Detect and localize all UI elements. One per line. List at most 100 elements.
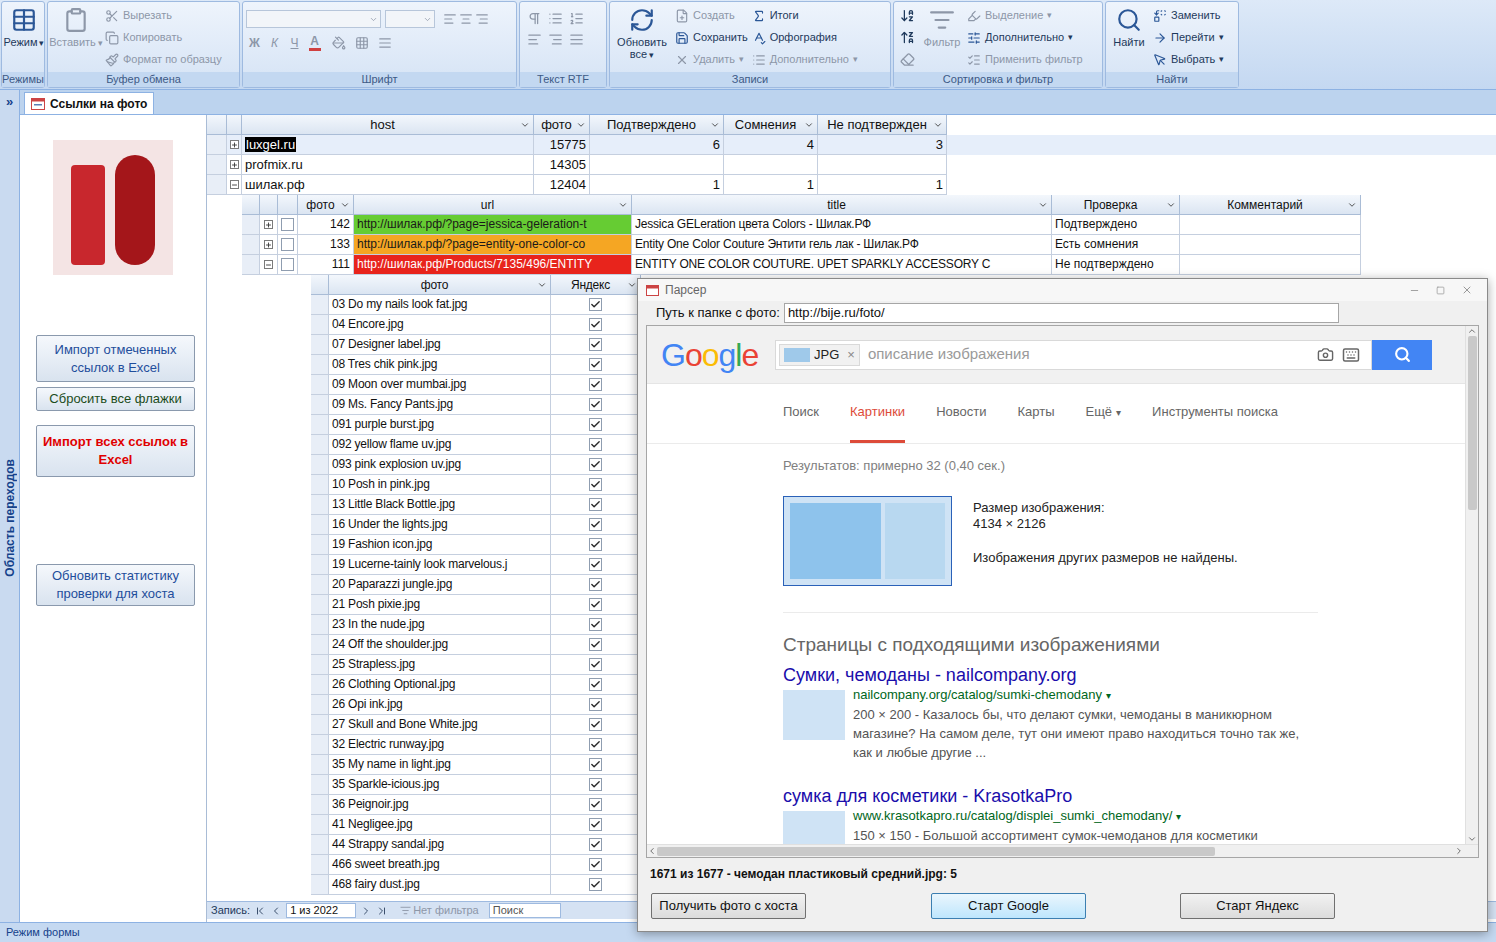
last-record-icon[interactable]: [376, 905, 388, 917]
font-tool-button[interactable]: Ч: [286, 34, 303, 52]
cell[interactable]: 15775: [534, 135, 590, 155]
small-ribbon-button[interactable]: Выделение▾: [967, 5, 1083, 26]
previous-record-icon[interactable]: [270, 905, 282, 917]
scroll-left-icon[interactable]: [647, 846, 657, 856]
expand-toggle[interactable]: [230, 180, 239, 189]
expand-toggle[interactable]: [264, 240, 273, 249]
first-record-icon[interactable]: [254, 905, 266, 917]
image-chip[interactable]: JPG×: [779, 344, 860, 366]
small-ribbon-button[interactable]: Вырезать: [105, 5, 222, 26]
close-icon[interactable]: [1461, 284, 1473, 296]
checkbox[interactable]: [589, 318, 602, 331]
minimize-icon[interactable]: [1409, 285, 1420, 296]
checkbox[interactable]: [589, 498, 602, 511]
result-thumbnail[interactable]: [783, 811, 845, 844]
search-tab[interactable]: Картинки: [850, 384, 905, 443]
checkbox[interactable]: [589, 698, 602, 711]
document-tab[interactable]: Ссылки на фото: [24, 92, 154, 114]
cell[interactable]: 1: [724, 175, 818, 195]
vertical-scrollbar[interactable]: [1465, 326, 1478, 844]
maximize-icon[interactable]: [1436, 286, 1445, 295]
host-row[interactable]: profmix.ru14305: [207, 155, 1496, 175]
cell[interactable]: 12404: [534, 175, 590, 195]
column-header[interactable]: Проверка: [1052, 195, 1180, 215]
column-header[interactable]: фото: [329, 275, 551, 295]
column-header[interactable]: фото: [534, 115, 590, 135]
google-logo[interactable]: Google: [647, 337, 775, 373]
checkbox[interactable]: [281, 218, 294, 231]
large-ribbon-button[interactable]: Найти: [1109, 5, 1149, 48]
parser-button[interactable]: Старт Яндекс: [1180, 893, 1335, 919]
small-ribbon-button[interactable]: Создать: [675, 5, 748, 26]
cell[interactable]: [590, 155, 724, 175]
result-title[interactable]: сумка для косметики - KrasotkaPro: [783, 785, 1465, 807]
url-row[interactable]: 111http://шилак.рф/Products/7135/496/ENT…: [242, 255, 1496, 275]
small-ribbon-button[interactable]: Дополнительно▾: [967, 27, 1083, 48]
checkbox[interactable]: [589, 378, 602, 391]
search-tab[interactable]: Поиск: [783, 384, 819, 443]
checkbox[interactable]: [589, 878, 602, 891]
search-box[interactable]: JPG×описание изображения: [775, 340, 1372, 370]
scroll-right-icon[interactable]: [1454, 846, 1464, 856]
checkbox[interactable]: [589, 398, 602, 411]
url-row[interactable]: 142http://шилак.рф/?page=jessica-gelerat…: [242, 215, 1496, 235]
search-button[interactable]: [1372, 340, 1432, 370]
cell[interactable]: шилак.рф: [242, 175, 534, 195]
next-record-icon[interactable]: [360, 905, 372, 917]
search-tab[interactable]: Инструменты поиска: [1152, 384, 1278, 443]
checkbox[interactable]: [589, 758, 602, 771]
form-button[interactable]: Импорт отмеченных ссылок в Excel: [36, 335, 195, 382]
cell[interactable]: 1: [818, 175, 947, 195]
checkbox[interactable]: [589, 438, 602, 451]
checkbox[interactable]: [589, 818, 602, 831]
small-ribbon-button[interactable]: Орфография: [752, 27, 858, 48]
column-header[interactable]: Не подтвержден: [818, 115, 947, 135]
checkbox[interactable]: [589, 418, 602, 431]
cell[interactable]: [724, 155, 818, 175]
checkbox[interactable]: [589, 578, 602, 591]
checkbox[interactable]: [281, 238, 294, 251]
expand-toggle[interactable]: [264, 220, 273, 229]
path-input[interactable]: http://bije.ru/foto/: [784, 303, 1339, 323]
horizontal-scrollbar[interactable]: [647, 844, 1478, 857]
result-title[interactable]: Сумки, чемоданы - nailcompany.org: [783, 664, 1465, 686]
column-header[interactable]: Сомнения: [724, 115, 818, 135]
sort-tool-button[interactable]: [897, 49, 917, 70]
sort-tool-button[interactable]: [897, 5, 917, 26]
small-ribbon-button[interactable]: Итоги: [752, 5, 858, 26]
checkbox[interactable]: [589, 718, 602, 731]
checkbox[interactable]: [589, 798, 602, 811]
search-field[interactable]: Поиск: [489, 903, 561, 918]
checkbox[interactable]: [589, 838, 602, 851]
small-ribbon-button[interactable]: Выбрать▾: [1153, 49, 1224, 70]
checkbox[interactable]: [589, 858, 602, 871]
column-header[interactable]: url: [354, 195, 632, 215]
search-tab[interactable]: Новости: [936, 384, 986, 443]
keyboard-icon[interactable]: [1342, 346, 1360, 364]
column-header[interactable]: host: [242, 115, 534, 135]
column-header[interactable]: Комментарий: [1180, 195, 1361, 215]
checkbox[interactable]: [589, 558, 602, 571]
search-tab[interactable]: Ещё▾: [1086, 384, 1122, 443]
column-header[interactable]: фото: [298, 195, 354, 215]
checkbox[interactable]: [589, 538, 602, 551]
nav-pane-toggle[interactable]: »: [0, 90, 19, 114]
large-ribbon-button[interactable]: Обновить все▾: [613, 5, 671, 61]
checkbox[interactable]: [589, 358, 602, 371]
search-tab[interactable]: Карты: [1017, 384, 1054, 443]
small-ribbon-button[interactable]: Применить фильтр: [967, 49, 1083, 70]
small-ribbon-button[interactable]: Формат по образцу: [105, 49, 222, 70]
checkbox[interactable]: [589, 478, 602, 491]
parser-button[interactable]: Старт Google: [931, 893, 1086, 919]
cell[interactable]: [818, 155, 947, 175]
expand-toggle[interactable]: [264, 260, 273, 269]
query-image[interactable]: [783, 496, 952, 586]
filter-indicator[interactable]: Нет фильтра: [400, 902, 479, 919]
checkbox[interactable]: [281, 258, 294, 271]
checkbox[interactable]: [589, 658, 602, 671]
url-row[interactable]: 133http://шилак.рф/?page=entity-one-colo…: [242, 235, 1496, 255]
scroll-down-icon[interactable]: [1467, 834, 1477, 844]
checkbox[interactable]: [589, 518, 602, 531]
form-button[interactable]: Обновить статистику проверки для хоста: [36, 564, 195, 606]
small-ribbon-button[interactable]: Копировать: [105, 27, 222, 48]
